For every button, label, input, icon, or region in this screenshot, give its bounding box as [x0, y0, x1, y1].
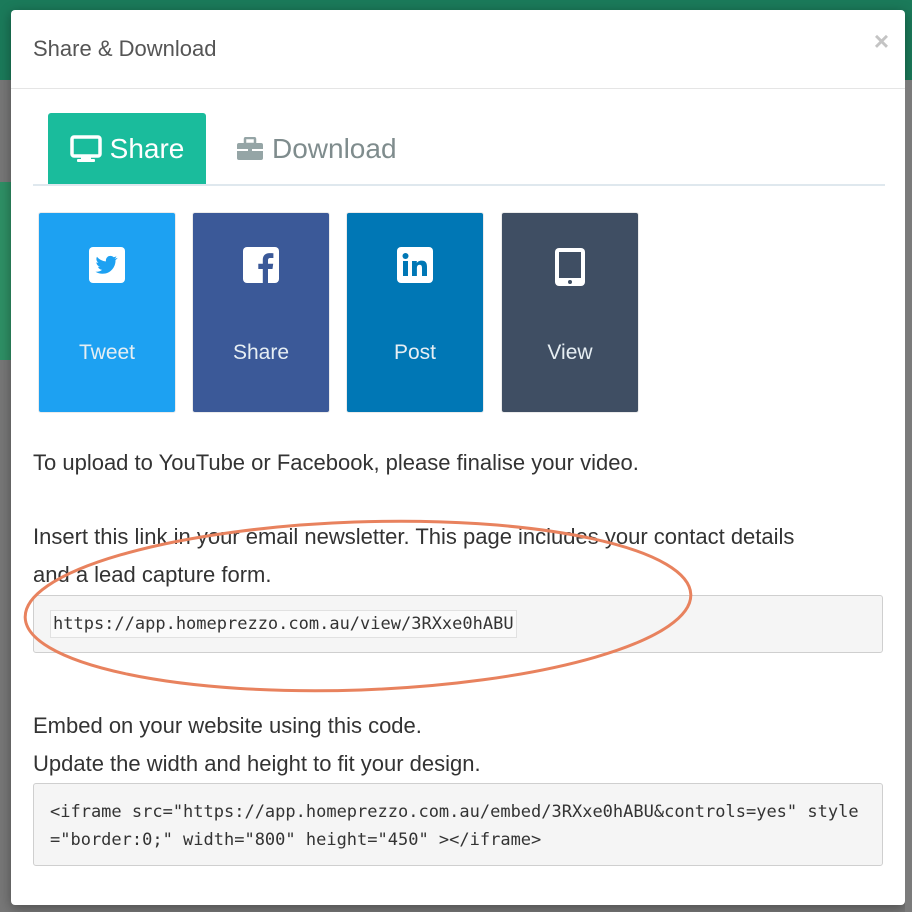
modal-title: Share & Download	[33, 36, 217, 61]
facebook-share-button[interactable]: Share	[193, 213, 329, 412]
facebook-share-label: Share	[232, 341, 290, 364]
embed-code-box[interactable]: <iframe src="https://app.homeprezzo.com.…	[33, 783, 883, 866]
view-button[interactable]: View	[502, 213, 638, 412]
embed-code[interactable]: <iframe src="https://app.homeprezzo.com.…	[50, 798, 868, 854]
link-instructions: Insert this link in your email newslette…	[33, 518, 883, 594]
modal-header: Share & Download ×	[11, 10, 905, 89]
background-right-edge	[905, 80, 912, 912]
share-download-modal: Share & Download × Share Download Tweet …	[11, 10, 905, 905]
twitter-icon	[89, 247, 125, 283]
linkedin-post-button[interactable]: Post	[347, 213, 483, 412]
view-label: View	[547, 341, 593, 364]
tab-download[interactable]: Download	[226, 113, 426, 184]
close-button[interactable]: ×	[874, 28, 889, 54]
share-link-box[interactable]: https://app.homeprezzo.com.au/view/3RXxe…	[33, 595, 883, 653]
linkedin-icon	[397, 247, 433, 283]
embed-instructions-line2: Update the width and height to fit your …	[33, 751, 481, 776]
monitor-icon	[69, 134, 102, 162]
tab-download-label: Download	[272, 132, 397, 164]
facebook-icon	[243, 247, 279, 283]
embed-instructions-line1: Embed on your website using this code.	[33, 713, 422, 738]
tab-bar: Share Download	[33, 113, 885, 186]
link-instructions-line1: Insert this link in your email newslette…	[33, 524, 795, 549]
share-link-url[interactable]: https://app.homeprezzo.com.au/view/3RXxe…	[50, 610, 517, 638]
tab-share[interactable]: Share	[48, 113, 206, 184]
tweet-label: Tweet	[78, 341, 136, 364]
youtube-note: To upload to YouTube or Facebook, please…	[33, 450, 639, 475]
linkedin-post-label: Post	[393, 341, 437, 364]
tab-share-label: Share	[109, 132, 185, 164]
tweet-button[interactable]: Tweet	[39, 213, 175, 412]
tablet-icon	[555, 248, 585, 286]
briefcase-icon	[237, 136, 263, 160]
link-instructions-line2: and a lead capture form.	[33, 562, 272, 587]
